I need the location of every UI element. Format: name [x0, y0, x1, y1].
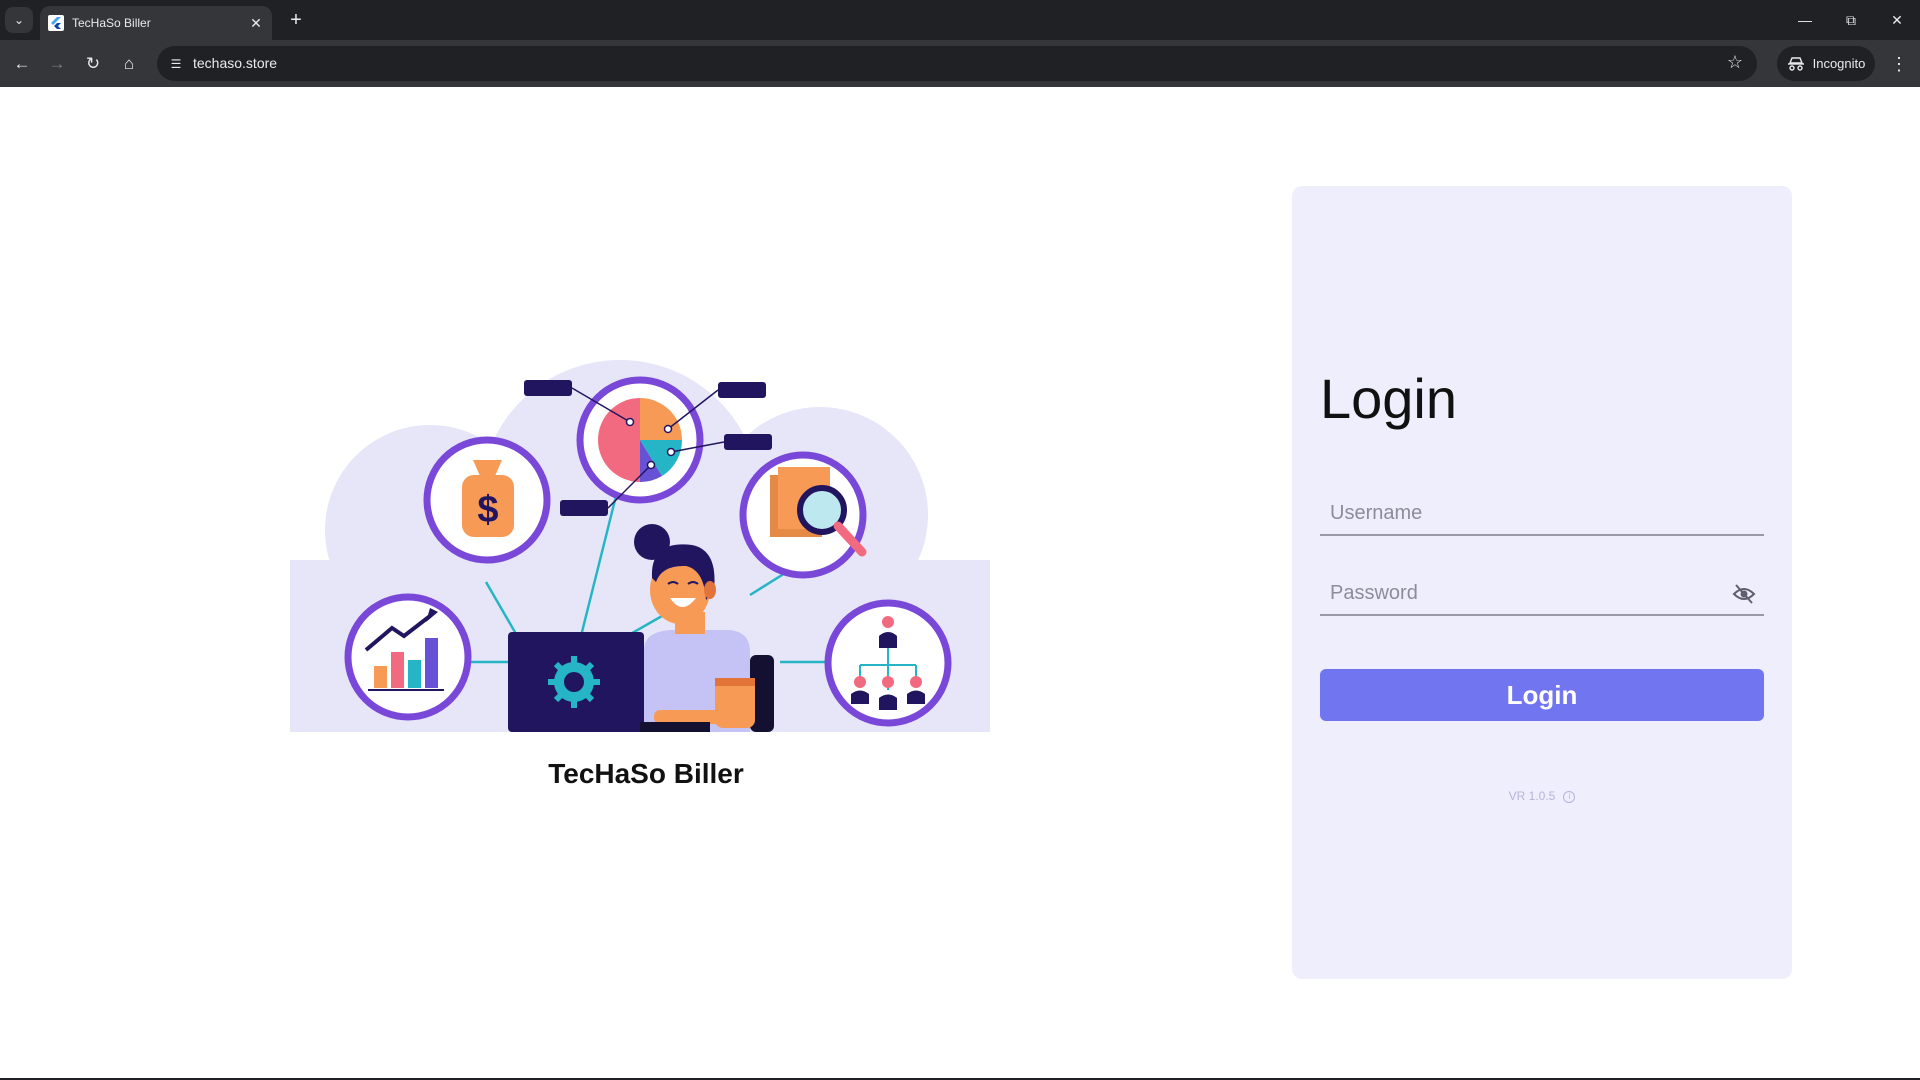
incognito-indicator[interactable]: Incognito: [1777, 46, 1875, 81]
browser-tab-bar: ⌄ TecHaSo Biller ✕ + — ⧉ ✕: [0, 0, 1920, 40]
incognito-icon: [1787, 56, 1804, 71]
star-icon[interactable]: ☆: [1727, 52, 1743, 73]
minimize-icon[interactable]: —: [1782, 0, 1828, 40]
version-text: VR 1.0.5: [1508, 789, 1556, 803]
arrow-right-icon[interactable]: →: [42, 49, 72, 79]
window-close-icon[interactable]: ✕: [1874, 0, 1920, 40]
brand-name: TecHaSo Biller: [548, 758, 744, 789]
tab-title: TecHaSo Biller: [72, 16, 151, 30]
version-info: VR 1.0.5 i: [1292, 789, 1792, 803]
tab-search-button[interactable]: ⌄: [5, 7, 33, 33]
browser-tab[interactable]: TecHaSo Biller ✕: [40, 6, 272, 40]
login-button[interactable]: Login: [1320, 669, 1764, 721]
eye-off-icon[interactable]: [1732, 582, 1756, 606]
username-input[interactable]: [1320, 494, 1732, 532]
restore-icon[interactable]: ⧉: [1828, 0, 1874, 40]
plus-icon[interactable]: +: [282, 6, 310, 34]
chevron-down-icon: ⌄: [13, 13, 25, 27]
analytics-illustration: $: [290, 360, 990, 732]
kebab-icon[interactable]: ⋮: [1886, 49, 1912, 79]
close-icon[interactable]: ✕: [244, 15, 268, 32]
site-settings-icon[interactable]: ☰: [165, 53, 187, 75]
svg-text:$: $: [477, 489, 498, 531]
login-title: Login: [1320, 367, 1458, 430]
browser-toolbar: ← → ↻ ⌂ ☰ techaso.store ☆ Incognito ⋮: [0, 40, 1920, 87]
reload-icon[interactable]: ↻: [78, 49, 108, 79]
password-input[interactable]: [1320, 574, 1732, 612]
info-icon[interactable]: i: [1563, 790, 1576, 803]
username-field: [1320, 494, 1764, 536]
arrow-left-icon[interactable]: ←: [7, 49, 37, 79]
address-bar[interactable]: ☰ techaso.store ☆: [157, 46, 1757, 81]
flutter-favicon-icon: [48, 15, 64, 31]
password-field: [1320, 574, 1764, 616]
url-text[interactable]: techaso.store: [193, 55, 277, 71]
incognito-label: Incognito: [1812, 56, 1866, 71]
login-card: Login Login VR 1.0.5 i: [1292, 186, 1792, 979]
home-icon[interactable]: ⌂: [114, 49, 144, 79]
